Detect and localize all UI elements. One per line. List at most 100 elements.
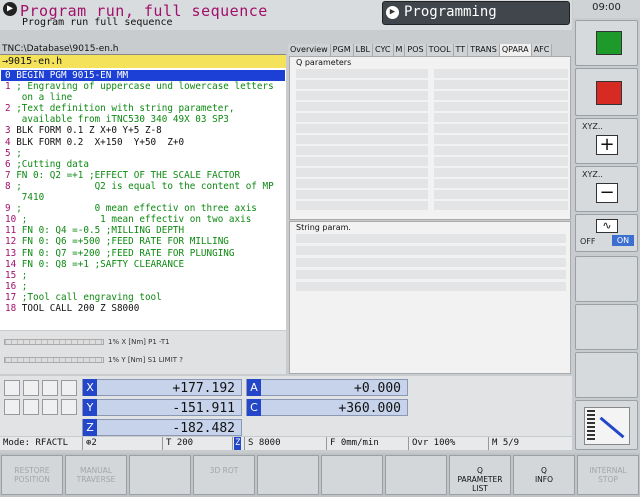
program-line[interactable]: 0 BEGIN PGM 9015-EN MM [1,70,285,82]
programming-icon: ▶ [386,6,399,19]
program-line[interactable]: 2 ;Text definition with string parameter… [1,103,285,114]
string-parameters-title: String param. [296,223,351,232]
status-tool: T 200 [162,437,232,450]
softkey-label: MANUAL TRAVERSE [76,466,116,484]
tab-pos[interactable]: POS [405,44,427,56]
line-number: 11 [5,225,17,237]
line-number: 17 [5,291,17,303]
position-display: X +177.192 Y -151.911 Z -182.482 A +0.00… [0,376,572,436]
program-file-tab[interactable]: →9015-en.h [0,55,286,68]
q-param-cell [296,80,428,89]
program-line[interactable]: 5 ; [1,148,285,159]
pos-box-3[interactable] [42,380,58,396]
softkey-8[interactable]: Q PARAMETER LIST [449,455,511,495]
pos-box-4[interactable] [61,380,77,396]
tab-overview[interactable]: Overview [288,44,331,56]
softkey-10[interactable]: INTERNAL STOP [577,455,639,495]
q-param-cell [434,201,568,210]
program-line[interactable]: 18 TOOL CALL 200 Z S8000 [1,303,285,314]
q-param-cell [434,190,568,199]
program-line[interactable]: 11 FN 0: Q4 =-0.5 ;MILLING DEPTH [1,225,285,236]
q-param-cell [296,146,428,155]
program-line[interactable]: 10 ; 1 mean effectiv on two axis [1,214,285,225]
program-line[interactable]: on a line [1,92,285,103]
softkey-label: 3D ROT [209,466,239,475]
vertical-softkey-8[interactable] [575,352,638,398]
softkey-6[interactable] [321,455,383,495]
tab-qpara[interactable]: QPARA [499,44,532,56]
axis-z: Z -182.482 [82,419,242,436]
q-param-cell [296,190,428,199]
tab-afc[interactable]: AFC [531,44,553,56]
view-icon[interactable] [4,380,20,396]
softkey-7[interactable] [385,455,447,495]
line-number: 15 [5,269,17,281]
tab-cyc[interactable]: CYC [373,44,394,56]
feed-override-softkey[interactable] [575,400,638,450]
pos-box-7[interactable] [42,399,58,415]
program-line[interactable]: 14 FN 0: Q8 =+1 ;SAFTY CLEARANCE [1,259,285,270]
nc-stop-softkey[interactable] [575,68,638,116]
line-text: ;Text definition with string parameter, [10,103,235,115]
status-datum: ⊕2 [82,437,162,450]
line-text: ;Tool call engraving tool [16,291,162,303]
tab-tt[interactable]: TT [453,44,469,56]
program-line[interactable]: 13 FN 0: Q7 =+200 ;FEED RATE FOR PLUNGIN… [1,248,285,259]
softkey-3[interactable] [129,455,191,495]
program-line[interactable]: 3 BLK FORM 0.1 Z X+0 Y+5 Z-8 [1,125,285,136]
axis-plus-softkey[interactable]: XYZ.. + [575,118,638,164]
line-text: on a line [5,92,73,104]
tab-pgm[interactable]: PGM [330,44,354,56]
softkey-1[interactable]: RESTORE POSITION [1,455,63,495]
tab-m[interactable]: M [393,44,406,56]
axis-y: Y -151.911 [82,399,242,416]
softkey-9[interactable]: Q INFO [513,455,575,495]
axis-y-label: Y [83,399,97,416]
vertical-softkey-7[interactable] [575,304,638,350]
nc-stop-icon [596,81,622,105]
program-line[interactable]: 7410 [1,192,285,203]
softkey-2[interactable]: MANUAL TRAVERSE [65,455,127,495]
q-param-cell [434,179,568,188]
program-line[interactable]: available from iTNC530 340 49X 03 SP3 [1,114,285,125]
programming-label[interactable]: Programming [404,4,497,20]
pos-box-6[interactable] [23,399,39,415]
q-param-cell [296,135,428,144]
program-line[interactable]: 12 FN 0: Q6 =+500 ;FEED RATE FOR MILLING [1,236,285,247]
x-load-bar [4,339,104,345]
axis-a: A +0.000 [246,379,408,396]
program-line[interactable]: 16 ; [1,281,285,292]
nc-start-softkey[interactable] [575,20,638,66]
line-number: 16 [5,280,17,292]
line-number: 10 [5,214,17,226]
status-bar: Mode: RFACTL ⊕2 T 200 Z S 8000 F 0mm/min… [0,437,572,450]
program-line[interactable]: 6 ;Cutting data [1,159,285,170]
status-spindle: S 8000 [244,437,326,450]
program-line[interactable]: 17 ;Tool call engraving tool [1,292,285,303]
rapid-toggle-softkey[interactable]: ∿ OFF ON [575,214,638,252]
program-line[interactable]: 4 BLK FORM 0.2 X+150 Y+50 Z+0 [1,137,285,148]
q-param-cell [434,80,568,89]
pos-box-8[interactable] [61,399,77,415]
nc-start-icon [596,31,622,55]
program-line[interactable]: 8 ; Q2 is equal to the content of MP [1,181,285,192]
axis-minus-softkey[interactable]: XYZ.. − [575,166,638,212]
line-text: ; 0 mean effectiv on three axis [10,203,257,215]
q-parameters-title: Q parameters [296,58,352,67]
tab-trans[interactable]: TRANS [468,44,500,56]
q-param-cell [434,135,568,144]
program-line[interactable]: 7 FN 0: Q2 =+1 ;EFFECT OF THE SCALE FACT… [1,170,285,181]
tab-tool[interactable]: TOOL [426,44,454,56]
softkey-4[interactable]: 3D ROT [193,455,255,495]
softkey-5[interactable] [257,455,319,495]
clock: 09:00 [573,0,640,18]
tab-lbl[interactable]: LBL [353,44,374,56]
program-line[interactable]: 9 ; 0 mean effectiv on three axis [1,203,285,214]
program-line[interactable]: 15 ; [1,270,285,281]
handwheel-icon[interactable] [23,380,39,396]
program-listing[interactable]: 0 BEGIN PGM 9015-EN MM 1 ; Engraving of u… [1,70,285,314]
vertical-softkey-6[interactable] [575,256,638,302]
pos-box-5[interactable] [4,399,20,415]
q-param-cell [434,124,568,133]
program-line[interactable]: 1 ; Engraving of uppercase und lowercase… [1,81,285,92]
